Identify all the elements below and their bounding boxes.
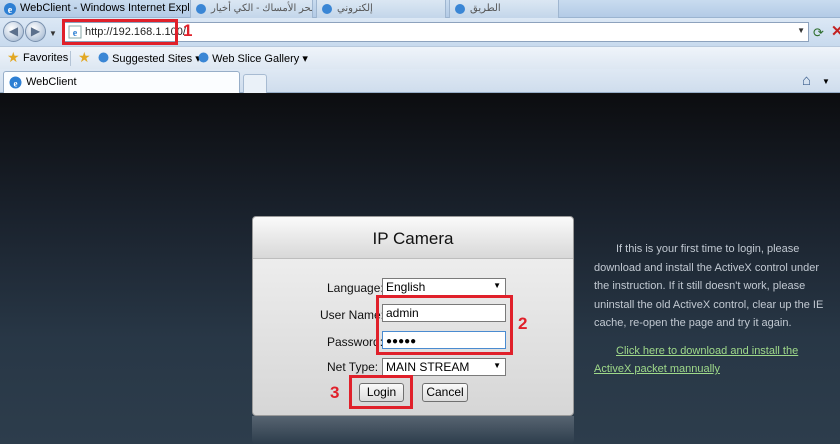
window-title: WebClient - Windows Internet Explorer <box>20 2 210 14</box>
title-bar: e WebClient - Windows Internet Explorer … <box>0 0 840 18</box>
tab-label: WebClient <box>26 76 77 88</box>
annotation-number-3: 3 <box>330 383 340 402</box>
annotation-number-2: 2 <box>518 314 528 333</box>
background-tab-1[interactable]: يبحر الأمساك - الكي أخيار <box>190 0 313 18</box>
login-header: IP Camera <box>253 217 573 259</box>
add-favorites-icon[interactable]: ★ <box>78 49 91 66</box>
recent-pages-dropdown-icon[interactable]: ▼ <box>49 29 57 38</box>
separator <box>70 51 71 66</box>
page-icon <box>321 3 333 18</box>
page-icon <box>198 52 209 63</box>
activex-download-link[interactable]: Click here to download and install the A… <box>594 342 834 378</box>
favorites-star-icon: ★ <box>7 49 20 65</box>
web-slice-gallery-link[interactable]: Web Slice Gallery ▾ <box>198 52 308 65</box>
background-tab-3[interactable]: الطريق <box>449 0 559 18</box>
page-content: IP Camera Language: English ▼ User Name:… <box>0 94 840 444</box>
language-select[interactable]: English ▼ <box>382 278 506 296</box>
net-type-value: MAIN STREAM <box>386 360 470 374</box>
favorites-bar: ★ Favorites ★ Suggested Sites ▾ Web Slic… <box>0 46 840 69</box>
tab-bar: e WebClient ⌂ ▼ <box>0 69 840 93</box>
chevron-down-icon: ▼ <box>493 281 501 290</box>
net-type-label: Net Type: <box>327 360 379 374</box>
annotation-box-1 <box>62 19 178 45</box>
link-line-2: ActiveX packet mannually <box>594 363 720 375</box>
annotation-box-3 <box>349 375 413 409</box>
language-label: Language: <box>327 281 384 295</box>
page-icon <box>98 52 109 63</box>
tab-webclient[interactable]: e WebClient <box>3 71 240 93</box>
activex-instructions: If this is your first time to login, ple… <box>594 240 834 333</box>
annotation-number-1: 1 <box>183 21 193 40</box>
link-line-1: Click here to download and install the <box>616 345 799 357</box>
back-button[interactable]: ◀ <box>3 21 24 42</box>
chevron-down-icon: ▼ <box>493 361 501 370</box>
refresh-icon[interactable]: ⟳ <box>813 25 824 41</box>
net-type-select[interactable]: MAIN STREAM ▼ <box>382 358 506 376</box>
stop-icon[interactable]: ✕ <box>831 22 840 40</box>
home-dropdown-icon[interactable]: ▼ <box>822 77 830 86</box>
page-icon <box>195 3 207 18</box>
favorites-button[interactable]: Favorites <box>23 52 68 64</box>
new-tab-button[interactable] <box>243 74 267 93</box>
suggested-sites-link[interactable]: Suggested Sites ▾ <box>98 52 201 65</box>
page-icon <box>454 3 466 18</box>
username-label: User Name: <box>320 308 385 322</box>
annotation-box-2 <box>376 295 513 355</box>
forward-button[interactable]: ▶ <box>25 21 46 42</box>
login-title: IP Camera <box>372 229 454 248</box>
instructions-text: If this is your first time to login, ple… <box>594 243 824 329</box>
svg-text:e: e <box>8 5 13 16</box>
svg-text:e: e <box>14 79 18 89</box>
home-icon[interactable]: ⌂ <box>802 72 811 89</box>
language-value: English <box>386 280 426 294</box>
panel-reflection <box>252 416 574 444</box>
ie-page-icon: e <box>9 76 22 92</box>
cancel-button[interactable]: Cancel <box>422 383 468 402</box>
background-tab-2[interactable]: إلكتروني <box>316 0 446 18</box>
password-label: Password: <box>327 335 384 349</box>
ie-logo-icon: e <box>3 2 17 19</box>
address-dropdown-icon[interactable]: ▼ <box>797 26 805 35</box>
